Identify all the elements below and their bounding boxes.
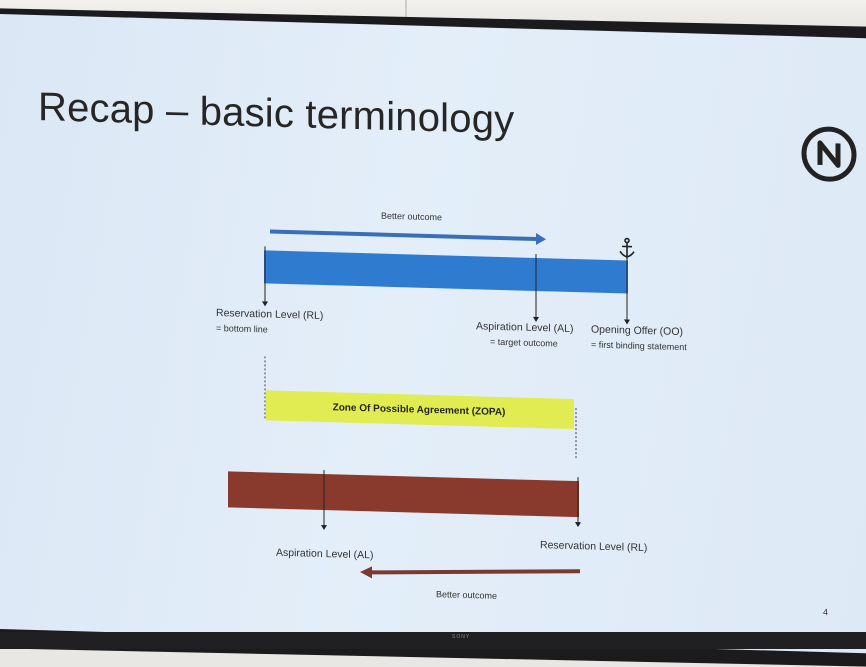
opening-offer-label: Opening Offer (OO): [591, 324, 683, 339]
bottom-scale-bar: [228, 471, 579, 517]
page-number: 4: [823, 607, 828, 617]
bottom-better-outcome-label: Better outcome: [436, 589, 497, 601]
top-better-outcome-label: Better outcome: [381, 211, 442, 223]
diagram: [0, 14, 866, 653]
slide-screen: Recap – basic terminology: [0, 14, 866, 653]
top-aspiration-note: = target outcome: [490, 337, 558, 349]
better-outcome-arrow-right: [270, 226, 546, 246]
anchor-icon: [620, 238, 634, 258]
better-outcome-arrow-left: [360, 565, 580, 584]
monitor-bottom-bezel: [0, 632, 866, 649]
monitor-brand: SONY: [452, 634, 470, 640]
top-scale-bar: [264, 250, 628, 293]
top-reservation-note: = bottom line: [216, 323, 268, 334]
